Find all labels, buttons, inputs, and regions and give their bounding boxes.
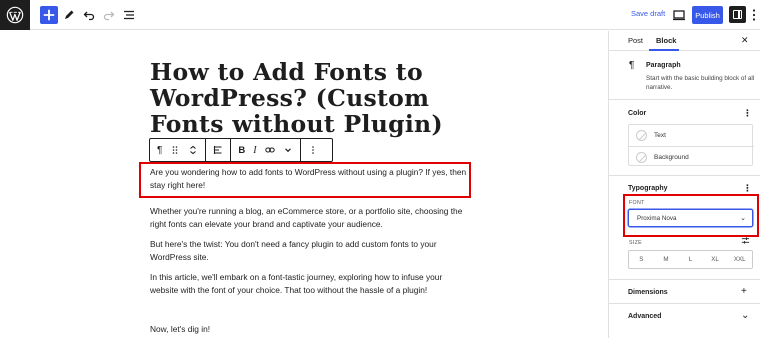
editor-canvas: How to Add Fonts to WordPress? (Custom F…: [0, 31, 608, 338]
block-toolbar: ¶ B I: [149, 138, 333, 162]
bold-button[interactable]: B: [234, 139, 249, 161]
plus-icon: +: [741, 286, 747, 297]
tab-block[interactable]: Block: [656, 36, 676, 45]
color-panel-heading: Color: [628, 110, 647, 117]
typography-options-icon[interactable]: ⋮: [743, 184, 752, 193]
active-tab-indicator: [649, 49, 679, 51]
block-switcher-group: ¶: [150, 139, 207, 161]
block-options-icon[interactable]: [304, 139, 322, 161]
chevron-down-icon: ⌄: [741, 310, 750, 321]
pencil-icon: [65, 10, 74, 19]
divider: [609, 175, 760, 176]
chevron-down-icon: ⌄: [740, 215, 746, 222]
size-option-xxl[interactable]: XXL: [727, 251, 752, 268]
wordpress-logo[interactable]: [0, 0, 30, 30]
redo-icon: [103, 11, 115, 21]
undo-icon: [83, 11, 95, 21]
font-select-value: Proxima Nova: [637, 214, 677, 222]
block-description: Start with the basic building block of a…: [646, 75, 755, 91]
link-icon[interactable]: [261, 139, 279, 161]
options-group: [301, 139, 325, 161]
font-label: FONT: [629, 200, 645, 206]
list-view-button[interactable]: [120, 6, 138, 24]
format-group: B I: [231, 139, 301, 161]
color-settings: Text Background: [628, 124, 754, 167]
add-block-button[interactable]: [40, 6, 58, 24]
empty-swatch-icon: [636, 151, 647, 163]
typography-panel-heading: Typography: [628, 185, 668, 192]
size-option-m[interactable]: M: [654, 251, 679, 268]
italic-button[interactable]: I: [249, 139, 260, 161]
dimensions-panel[interactable]: Dimensions +: [609, 279, 760, 305]
dimensions-panel-label: Dimensions: [628, 289, 668, 296]
alignment-group: [206, 139, 232, 161]
advanced-panel-label: Advanced: [628, 313, 662, 320]
preview-desktop-icon[interactable]: [672, 8, 686, 22]
wordpress-icon: [6, 6, 24, 24]
settings-toggle-button[interactable]: [729, 6, 746, 23]
close-sidebar-icon[interactable]: ✕: [741, 35, 749, 46]
background-color-label: Background: [654, 153, 689, 161]
empty-swatch-icon: [636, 130, 647, 141]
sidebar-tabs: Post Block ✕: [609, 31, 760, 51]
custom-size-toggle-icon[interactable]: [741, 236, 750, 245]
paragraph-transform-button[interactable]: ¶: [153, 139, 166, 161]
paragraph-block-1[interactable]: Are you wondering how to add fonts to Wo…: [150, 166, 468, 192]
font-family-select[interactable]: Proxima Nova ⌄: [628, 209, 753, 227]
options-menu-icon[interactable]: [751, 8, 757, 22]
list-view-icon: [124, 10, 134, 20]
background-color-item[interactable]: Background: [629, 146, 754, 167]
plus-icon: [43, 9, 55, 21]
size-label: SIZE: [629, 240, 642, 246]
settings-sidebar: Post Block ✕ ¶ Paragraph Start with the …: [608, 31, 760, 338]
paragraph-block-3[interactable]: But here's the twist: You don't need a f…: [150, 238, 468, 264]
redo-button[interactable]: [100, 6, 118, 24]
color-options-icon[interactable]: ⋮: [743, 109, 752, 118]
paragraph-icon: ¶: [629, 60, 635, 71]
more-formats-chevron-icon[interactable]: [279, 139, 297, 161]
paragraph-block-5[interactable]: Now, let's dig in!: [150, 323, 468, 336]
block-card: ¶ Paragraph Start with the basic buildin…: [609, 52, 760, 100]
sidebar-icon: [733, 10, 742, 19]
text-color-label: Text: [654, 132, 666, 139]
block-name: Paragraph: [646, 62, 681, 69]
size-option-xl[interactable]: XL: [703, 251, 728, 268]
save-draft-button[interactable]: Save draft: [631, 9, 665, 18]
publish-button[interactable]: Publish: [692, 6, 723, 24]
text-color-item[interactable]: Text: [629, 125, 754, 146]
font-size-picker: S M L XL XXL: [628, 250, 753, 269]
paragraph-block-2[interactable]: Whether you're running a blog, an eComme…: [150, 205, 468, 231]
size-option-s[interactable]: S: [629, 251, 654, 268]
tab-post[interactable]: Post: [628, 36, 643, 45]
size-option-l[interactable]: L: [678, 251, 703, 268]
move-up-down-icon[interactable]: [184, 139, 202, 161]
paragraph-block-4[interactable]: In this article, we'll embark on a font-…: [150, 271, 468, 297]
editor-top-toolbar: Save draft Publish: [0, 0, 760, 30]
align-left-icon[interactable]: [209, 139, 227, 161]
undo-button[interactable]: [80, 6, 98, 24]
advanced-panel[interactable]: Advanced ⌄: [609, 303, 760, 329]
tools-button[interactable]: [60, 6, 78, 24]
post-title[interactable]: How to Add Fonts to WordPress? (Custom F…: [150, 59, 490, 137]
drag-handle-icon[interactable]: [166, 139, 184, 161]
